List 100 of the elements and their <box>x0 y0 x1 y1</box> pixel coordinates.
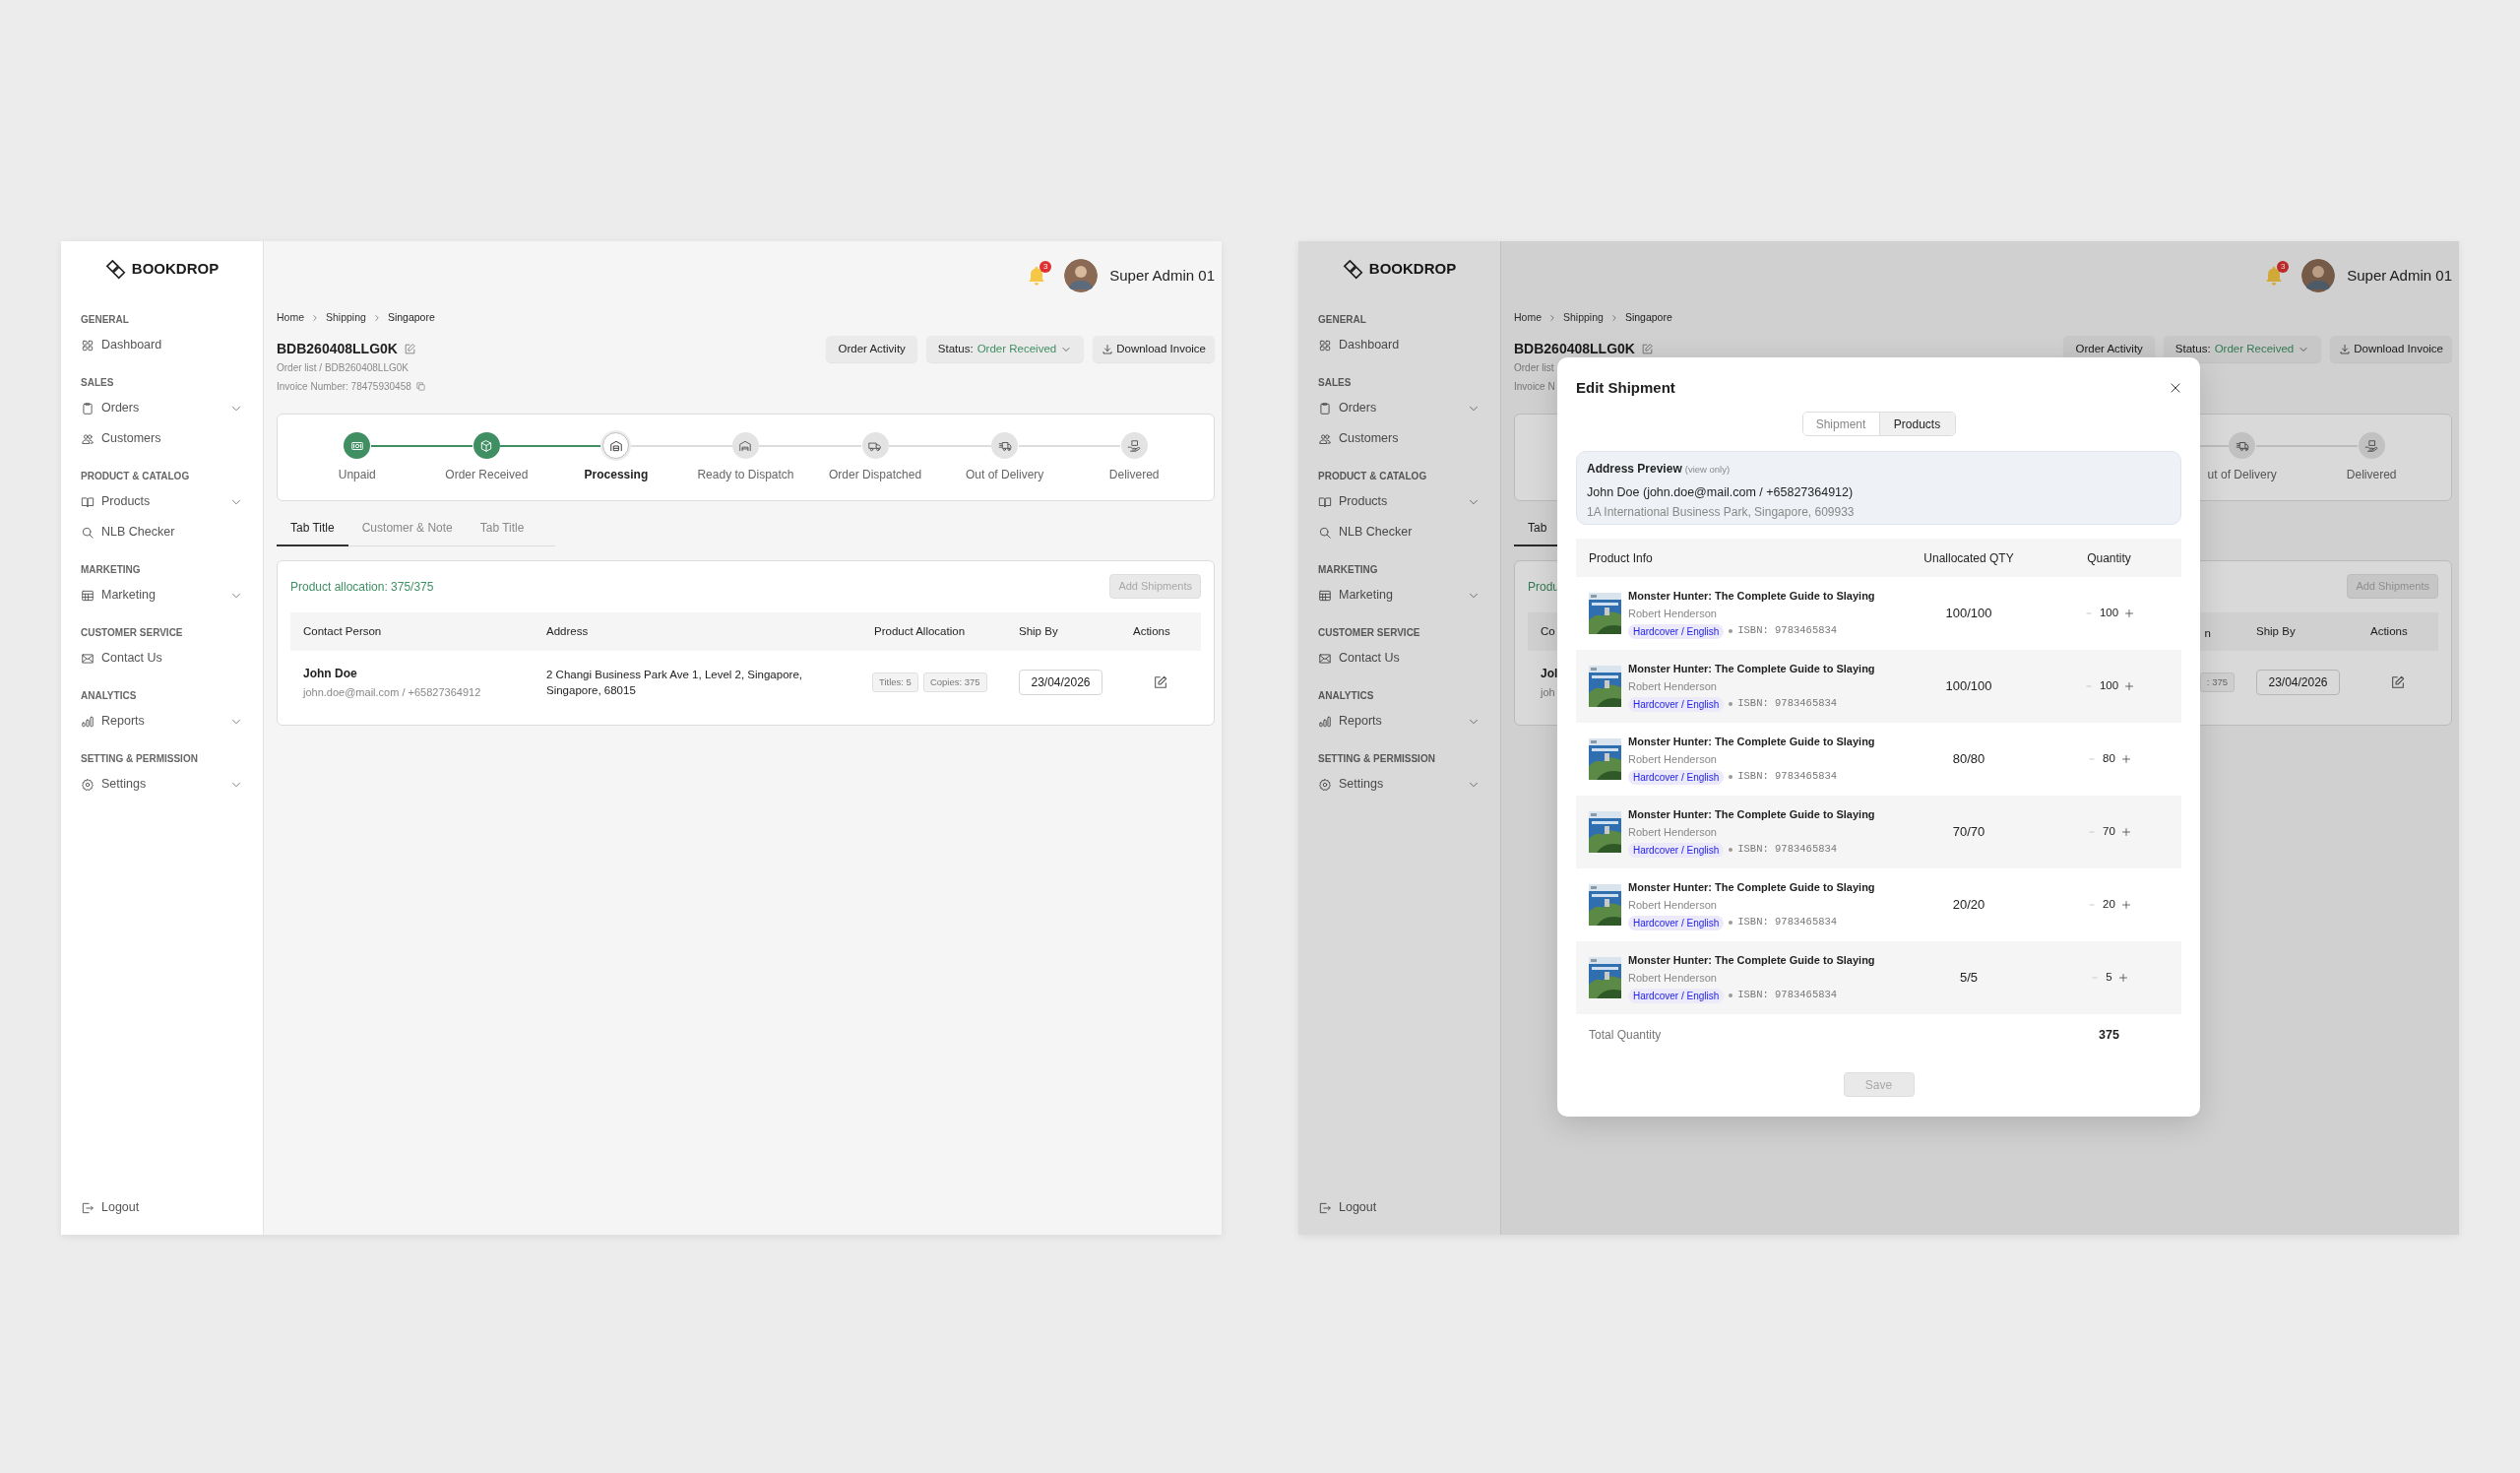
order-id: BDB260408LLG0K <box>277 339 398 358</box>
section-heading: MARKETING <box>81 563 142 577</box>
sidebar-item[interactable]: Customers <box>1318 423 1480 454</box>
download-invoice-button[interactable]: Download Invoice <box>2330 336 2452 362</box>
breadcrumb-link[interactable]: Shipping <box>1563 310 1604 326</box>
sidebar-item[interactable]: Contact Us <box>81 643 243 673</box>
edit-icon[interactable] <box>403 342 416 355</box>
bar-chart-icon <box>1318 714 1332 729</box>
plus-icon <box>2123 608 2136 619</box>
hand-package-icon <box>1127 438 1142 453</box>
edit-icon <box>2390 674 2406 690</box>
isbn-text: ISBN: 9783465834 <box>1737 988 1838 1003</box>
quantity-value: 5 <box>2106 970 2112 986</box>
sidebar-item[interactable]: Orders <box>81 393 243 423</box>
edit-button[interactable] <box>1153 674 1168 690</box>
sidebar-item[interactable]: Reports <box>81 706 243 736</box>
address-contact: John Doe (john.doe@mail.com / +65827364912) <box>1587 484 1855 500</box>
step-label: Order Received <box>445 467 529 482</box>
date-field[interactable]: 23/04/2026 <box>1019 670 1102 695</box>
sidebar-item[interactable]: Contact Us <box>1318 643 1480 673</box>
unallocated-qty: 20/20 <box>1952 896 1985 915</box>
section-heading: SETTING & PERMISSION <box>81 752 199 766</box>
sidebar-item[interactable]: Settings <box>1318 769 1480 800</box>
increment-button[interactable] <box>2119 899 2132 911</box>
breadcrumb-link[interactable]: Singapore <box>1624 310 1672 326</box>
unallocated-qty: 70/70 <box>1952 823 1985 842</box>
book-icon <box>1318 494 1332 509</box>
section-heading: SALES <box>81 376 115 390</box>
avatar[interactable] <box>2301 259 2336 292</box>
step-label: Out of Delivery <box>965 467 1044 482</box>
box-icon <box>479 438 494 453</box>
bullet-icon <box>1729 702 1733 706</box>
column-header: Actions <box>2369 623 2409 639</box>
sidebar-item[interactable]: NLB Checker <box>1318 517 1480 547</box>
status-dropdown[interactable]: Status: Order Received <box>925 336 1085 362</box>
sidebar-item[interactable]: NLB Checker <box>81 517 243 547</box>
step-label: Delivered <box>1108 467 1160 482</box>
section-heading: ANALYTICS <box>1318 689 1375 703</box>
increment-button[interactable] <box>2116 972 2129 984</box>
logout-button[interactable]: Logout <box>81 1192 243 1223</box>
address-text: 2 Changi Business Park Ave 1, Level 2, Singapore, Singapore, 68015 <box>545 668 803 698</box>
increment-button[interactable] <box>2123 608 2136 619</box>
sidebar-item[interactable]: Customers <box>81 423 243 454</box>
segment-tab[interactable]: Products <box>1878 413 1955 435</box>
status-dropdown[interactable]: Status: Order Received <box>2163 336 2322 362</box>
increment-button[interactable] <box>2119 753 2132 765</box>
plus-icon <box>2123 680 2136 692</box>
address-text: 1A International Business Park, Singapore, 609933 <box>1587 504 1856 520</box>
breadcrumb-link[interactable]: Shipping <box>326 310 366 326</box>
avatar[interactable] <box>1064 259 1099 292</box>
logout-button[interactable]: Logout <box>1318 1192 1480 1223</box>
tab[interactable]: Tab Title <box>277 511 348 546</box>
settings-icon <box>81 777 94 792</box>
sidebar-item[interactable]: Settings <box>81 769 243 800</box>
sidebar-item[interactable]: Orders <box>1318 393 1480 423</box>
edit-button[interactable] <box>2390 674 2406 690</box>
allocation-tag: : 375 <box>2199 672 2235 692</box>
logo-text: BOOKDROP <box>1368 259 1457 280</box>
section-heading: ANALYTICS <box>81 689 138 703</box>
edit-icon <box>1153 674 1168 690</box>
increment-button[interactable] <box>2123 680 2136 692</box>
edit-icon[interactable] <box>1640 342 1654 355</box>
unallocated-qty: 80/80 <box>1952 750 1985 769</box>
notification-badge: 3 <box>1040 261 1052 273</box>
grid-icon <box>1318 338 1332 352</box>
column-header: Address <box>546 623 589 639</box>
sidebar-item[interactable]: Dashboard <box>1318 330 1480 360</box>
sidebar-item[interactable]: Dashboard <box>81 330 243 360</box>
quantity-value: 80 <box>2103 751 2115 767</box>
sidebar-item[interactable]: Marketing <box>1318 580 1480 610</box>
sidebar-item[interactable]: Products <box>1318 486 1480 517</box>
close-icon <box>2169 381 2182 395</box>
section-heading: PRODUCT & CATALOG <box>81 470 191 483</box>
order-activity-button[interactable]: Order Activity <box>826 336 917 362</box>
breadcrumb-link[interactable]: Singapore <box>387 310 435 326</box>
close-button[interactable] <box>2169 381 2182 395</box>
sidebar-item[interactable]: Marketing <box>81 580 243 610</box>
hand-package-icon <box>2364 438 2379 453</box>
quantity-value: 100 <box>2099 606 2119 621</box>
plus-icon <box>2119 826 2132 838</box>
date-field[interactable]: 23/04/2026 <box>2256 670 2340 695</box>
section-heading: GENERAL <box>81 313 130 327</box>
sidebar-item[interactable]: Products <box>81 486 243 517</box>
download-invoice-button[interactable]: Download Invoice <box>1093 336 1215 362</box>
copy-icon[interactable] <box>414 380 426 392</box>
product-title: Monster Hunter: The Complete Guide to Slaying <box>1628 807 1875 823</box>
invoice-number: Invoice Number: 78475930458 <box>277 379 411 394</box>
column-header: Unallocated QTY <box>1923 549 2014 567</box>
quantity-value: 70 <box>2103 824 2115 840</box>
bullet-icon <box>1729 848 1733 852</box>
increment-button[interactable] <box>2119 826 2132 838</box>
breadcrumb-link[interactable]: Home <box>277 310 304 326</box>
step-label: Ready to Dispatch <box>697 467 794 482</box>
column-header: Actions <box>1133 623 1170 639</box>
order-id: BDB260408LLG0K <box>1514 339 1635 358</box>
breadcrumb-link[interactable]: Home <box>1514 310 1542 326</box>
sidebar-item[interactable]: Reports <box>1318 706 1480 736</box>
format-tag: Hardcover / English <box>1628 696 1725 712</box>
notification-badge: 3 <box>2277 261 2290 273</box>
column-header: Co <box>1541 623 1555 639</box>
